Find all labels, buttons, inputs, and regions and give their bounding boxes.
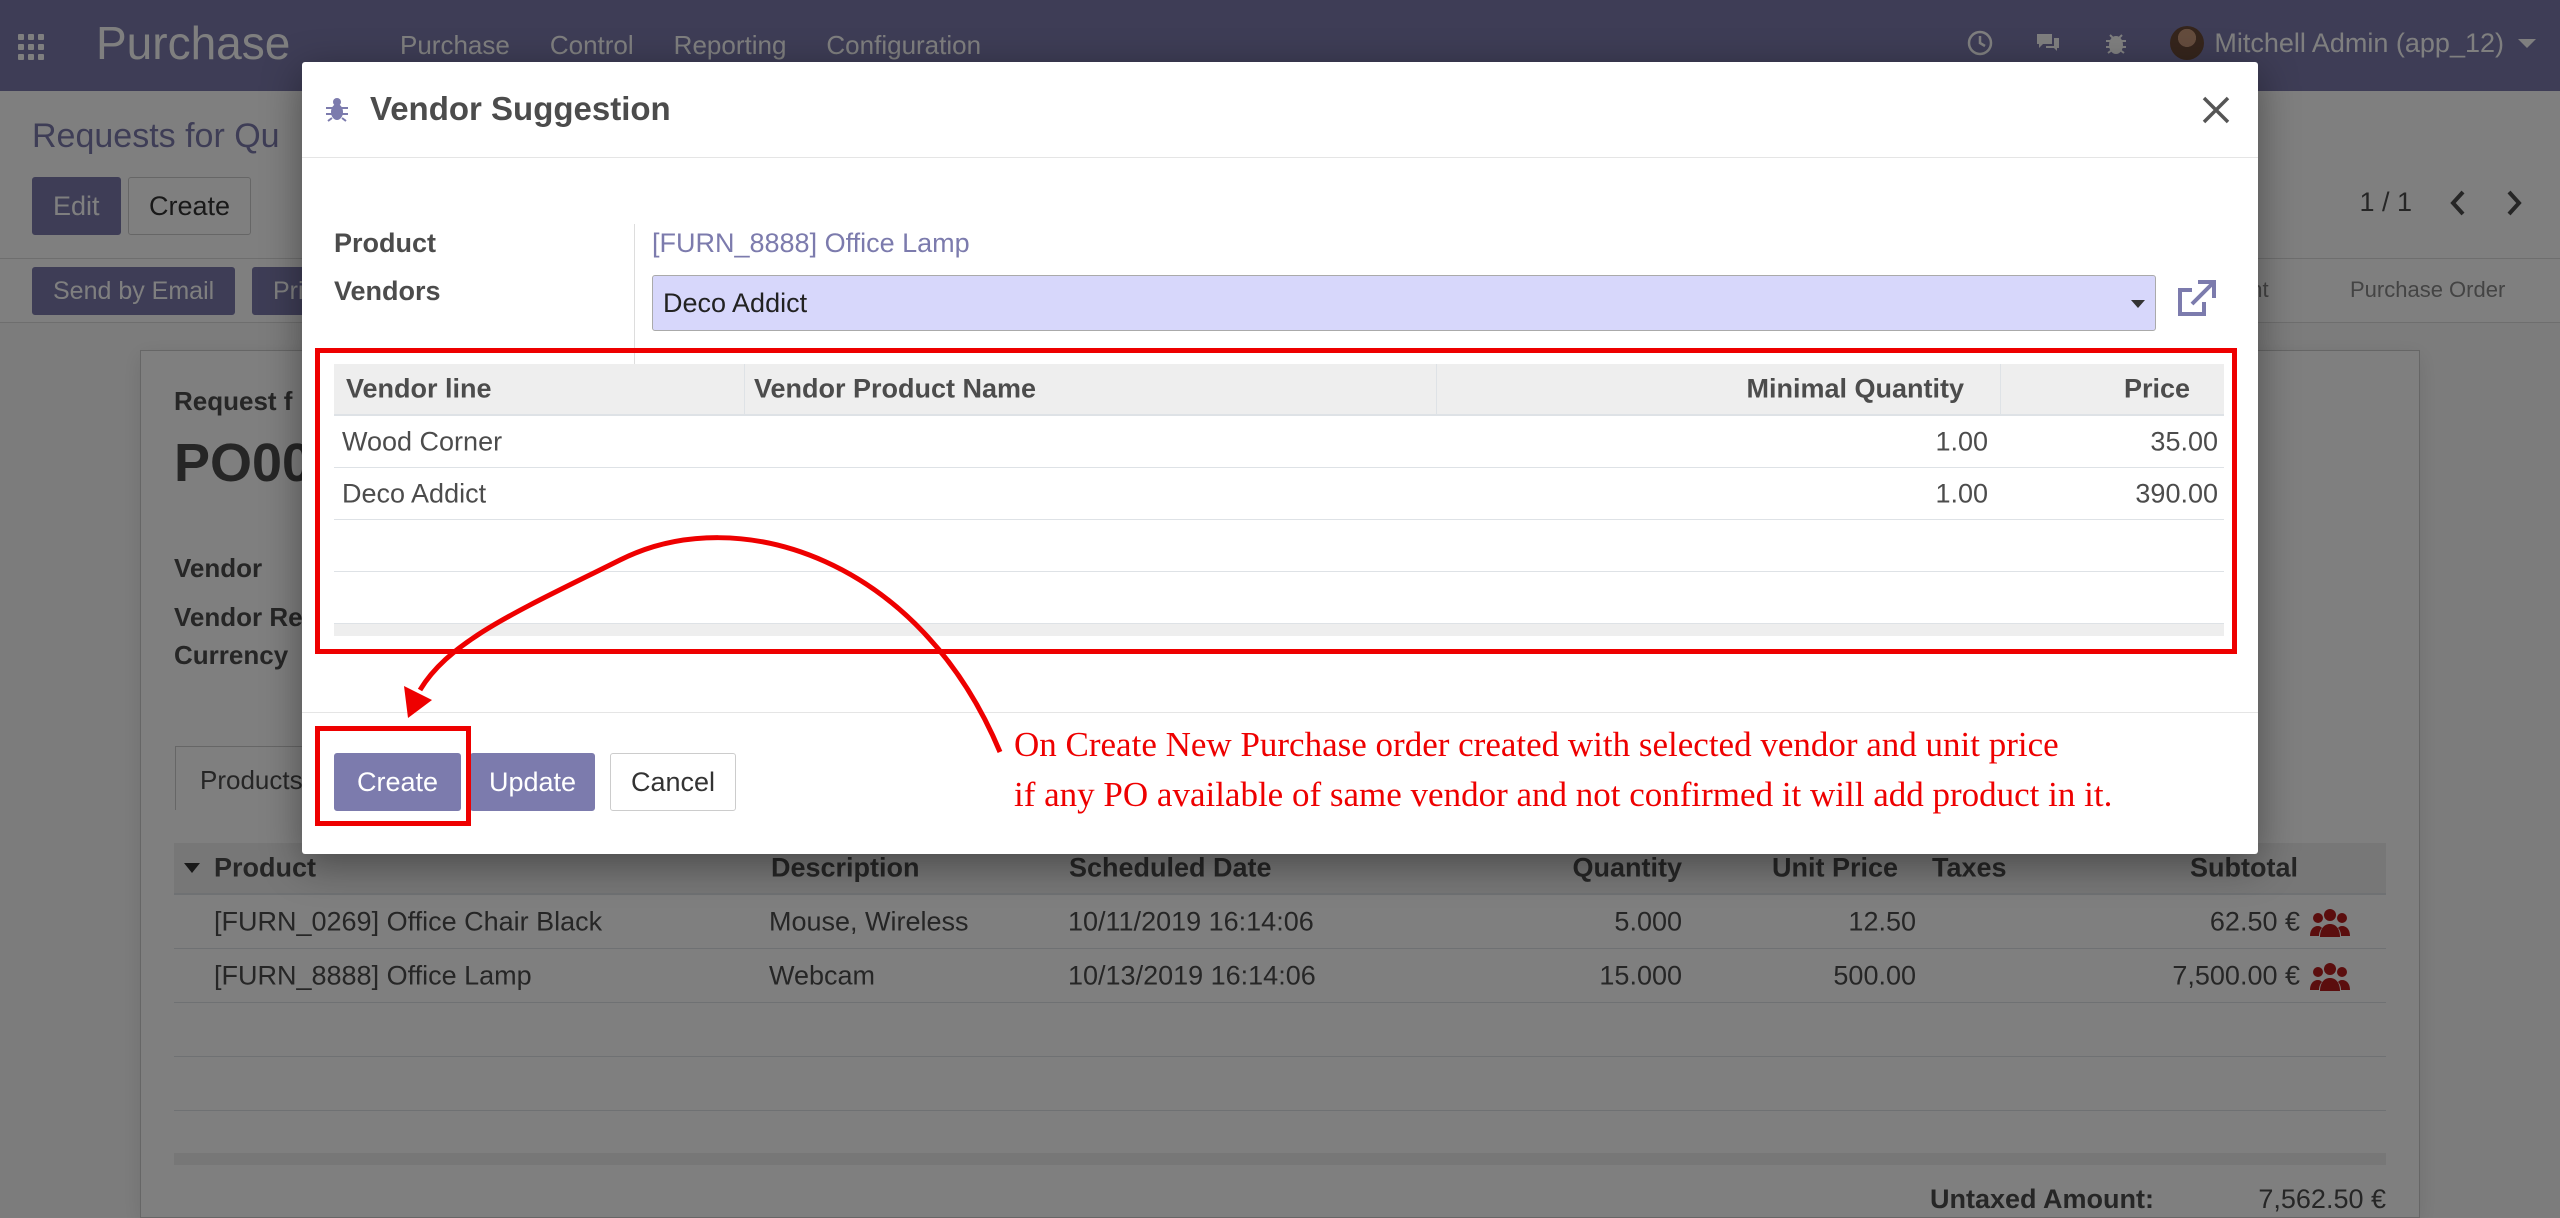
- annotation-text: On Create New Purchase order created wit…: [1014, 720, 2112, 820]
- annotation-line-2: if any PO available of same vendor and n…: [1014, 775, 2113, 814]
- annotation-line-1: On Create New Purchase order created wit…: [1014, 725, 2059, 764]
- annotation-arrow: [404, 535, 1003, 753]
